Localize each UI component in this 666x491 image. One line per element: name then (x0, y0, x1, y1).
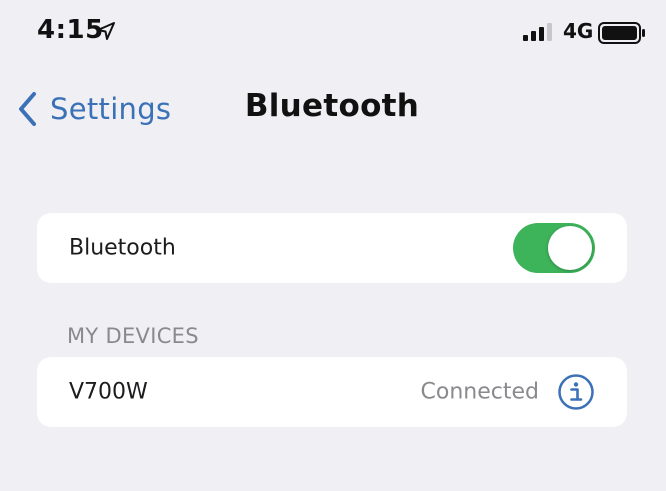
device-connection-status: Connected (420, 379, 539, 405)
device-name: V700W (69, 379, 148, 405)
bluetooth-toggle-row: Bluetooth (37, 213, 627, 283)
bluetooth-toggle-switch[interactable] (513, 223, 595, 273)
status-time: 4:15 (37, 15, 104, 45)
device-list-item[interactable]: V700W Connected (37, 357, 627, 427)
info-icon[interactable] (557, 373, 595, 411)
bluetooth-row-label: Bluetooth (69, 235, 176, 261)
battery-icon (598, 22, 645, 44)
toggle-knob (548, 226, 592, 270)
page-title: Bluetooth (244, 88, 420, 124)
status-bar: 4:15 4G (0, 0, 666, 66)
page-title-wrap: Bluetooth (0, 88, 666, 124)
cellular-signal-icon (523, 23, 552, 41)
location-arrow-icon (97, 22, 115, 40)
bluetooth-settings-screen: 4:15 4G Settings Bluetooth Bluetooth MY … (0, 0, 666, 491)
network-type-label: 4G (563, 19, 594, 43)
my-devices-header: MY DEVICES (67, 324, 199, 348)
